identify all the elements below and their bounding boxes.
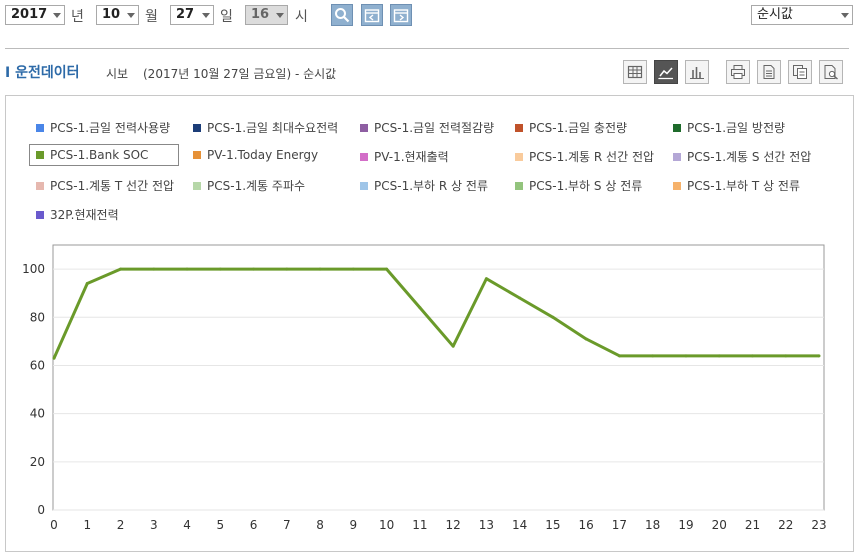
legend-label: PCS-1.부하 S 상 전류 bbox=[529, 179, 643, 193]
legend-item-selected[interactable]: PCS-1.Bank SOC bbox=[29, 144, 179, 166]
document-icon bbox=[763, 65, 775, 79]
chevron-down-icon bbox=[53, 13, 61, 18]
document-search-button[interactable] bbox=[819, 60, 843, 84]
legend-swatch bbox=[36, 123, 44, 132]
year-unit: 년 bbox=[71, 9, 84, 25]
legend-item[interactable]: PCS-1.금일 방전량 bbox=[673, 119, 785, 136]
legend-item[interactable]: PCS-1.금일 전력절감량 bbox=[360, 119, 494, 136]
legend-label: PCS-1.금일 전력사용량 bbox=[50, 121, 171, 135]
legend-swatch bbox=[193, 151, 201, 159]
copy-icon bbox=[793, 65, 807, 79]
legend-label: PCS-1.부하 R 상 전류 bbox=[374, 179, 488, 193]
hour-value: 16 bbox=[251, 7, 270, 22]
print-icon bbox=[731, 65, 745, 79]
header-divider bbox=[5, 48, 849, 49]
legend-swatch bbox=[673, 123, 681, 132]
legend-swatch bbox=[193, 181, 201, 190]
legend-swatch bbox=[515, 152, 523, 161]
chevron-down-icon bbox=[127, 13, 135, 18]
legend-swatch bbox=[36, 181, 44, 190]
legend-label: PCS-1.계통 T 선간 전압 bbox=[50, 179, 175, 193]
mode-select[interactable]: 순시값 bbox=[751, 5, 853, 25]
legend-item[interactable]: PV-1.Today Energy bbox=[193, 148, 318, 162]
line-chart-icon bbox=[658, 67, 673, 80]
hour-select[interactable]: 16 bbox=[245, 5, 288, 25]
document-button[interactable] bbox=[757, 60, 781, 84]
search-icon bbox=[335, 8, 350, 23]
legend-swatch bbox=[515, 181, 523, 190]
bar-chart-button[interactable] bbox=[685, 60, 709, 84]
legend-item[interactable]: PCS-1.계통 T 선간 전압 bbox=[36, 177, 174, 194]
legend-item[interactable]: PCS-1.계통 R 선간 전압 bbox=[515, 148, 654, 165]
section-subtitle-type: 시보 bbox=[106, 67, 129, 81]
document-search-icon bbox=[824, 65, 838, 80]
table-view-button[interactable] bbox=[623, 60, 647, 84]
legend-swatch bbox=[36, 151, 44, 159]
table-icon bbox=[627, 65, 643, 79]
month-select[interactable]: 10 bbox=[96, 5, 139, 25]
mode-value: 순시값 bbox=[757, 7, 793, 22]
legend-label: PCS-1.계통 R 선간 전압 bbox=[529, 150, 655, 164]
section-title: I 운전데이터 bbox=[5, 65, 80, 81]
day-value: 27 bbox=[176, 7, 195, 22]
legend-swatch bbox=[360, 123, 368, 132]
legend-label: PCS-1.금일 전력절감량 bbox=[374, 121, 495, 135]
legend-swatch bbox=[193, 123, 201, 132]
legend-label: PCS-1.금일 방전량 bbox=[687, 121, 786, 135]
legend-item[interactable]: PCS-1.금일 최대수요전력 bbox=[193, 119, 338, 136]
legend-label: 32P.현재전력 bbox=[50, 208, 119, 222]
legend-label: PV-1.현재출력 bbox=[374, 150, 449, 164]
chevron-down-icon bbox=[202, 13, 210, 18]
hour-unit: 시 bbox=[295, 9, 308, 25]
legend-swatch bbox=[673, 152, 681, 161]
legend-item[interactable]: PCS-1.계통 주파수 bbox=[193, 177, 305, 194]
legend-item[interactable]: PCS-1.부하 T 상 전류 bbox=[673, 177, 800, 194]
legend-item[interactable]: PCS-1.부하 S 상 전류 bbox=[515, 177, 642, 194]
legend-label: PCS-1.부하 T 상 전류 bbox=[687, 179, 800, 193]
month-value: 10 bbox=[102, 7, 121, 22]
year-value: 2017 bbox=[11, 7, 48, 22]
legend-swatch bbox=[36, 210, 44, 219]
legend-label: PCS-1.Bank SOC bbox=[50, 148, 149, 162]
month-unit: 월 bbox=[145, 9, 158, 25]
legend-label: PCS-1.금일 최대수요전력 bbox=[207, 121, 339, 135]
day-unit: 일 bbox=[220, 9, 233, 25]
legend-label: PCS-1.계통 S 선간 전압 bbox=[687, 150, 812, 164]
calendar-icon bbox=[393, 9, 409, 23]
calendar-icon bbox=[364, 9, 380, 23]
print-button[interactable] bbox=[726, 60, 750, 84]
day-select[interactable]: 27 bbox=[170, 5, 214, 25]
legend-label: PV-1.Today Energy bbox=[207, 148, 319, 162]
legend-swatch bbox=[360, 181, 368, 190]
legend-item[interactable]: 32P.현재전력 bbox=[36, 206, 119, 223]
legend-item[interactable]: PCS-1.금일 충전량 bbox=[515, 119, 627, 136]
copy-button[interactable] bbox=[788, 60, 812, 84]
search-button[interactable] bbox=[331, 4, 353, 26]
calendar-prev-button[interactable] bbox=[361, 4, 383, 26]
legend-swatch bbox=[515, 123, 523, 132]
line-chart-button[interactable] bbox=[654, 60, 678, 84]
chevron-down-icon bbox=[276, 13, 284, 18]
legend-swatch bbox=[360, 152, 368, 161]
section-subtitle-date: (2017년 10월 27일 금요일) - 순시값 bbox=[143, 67, 337, 81]
bar-chart-icon bbox=[690, 67, 704, 79]
year-select[interactable]: 2017 bbox=[5, 5, 65, 25]
chevron-down-icon bbox=[841, 13, 849, 18]
legend-item[interactable]: PCS-1.금일 전력사용량 bbox=[36, 119, 170, 136]
legend-item[interactable]: PCS-1.부하 R 상 전류 bbox=[360, 177, 488, 194]
legend-label: PCS-1.계통 주파수 bbox=[207, 179, 306, 193]
legend-swatch bbox=[673, 181, 681, 190]
calendar-next-button[interactable] bbox=[390, 4, 412, 26]
legend-item[interactable]: PV-1.현재출력 bbox=[360, 148, 449, 165]
legend-label: PCS-1.금일 충전량 bbox=[529, 121, 628, 135]
legend-item[interactable]: PCS-1.계통 S 선간 전압 bbox=[673, 148, 811, 165]
